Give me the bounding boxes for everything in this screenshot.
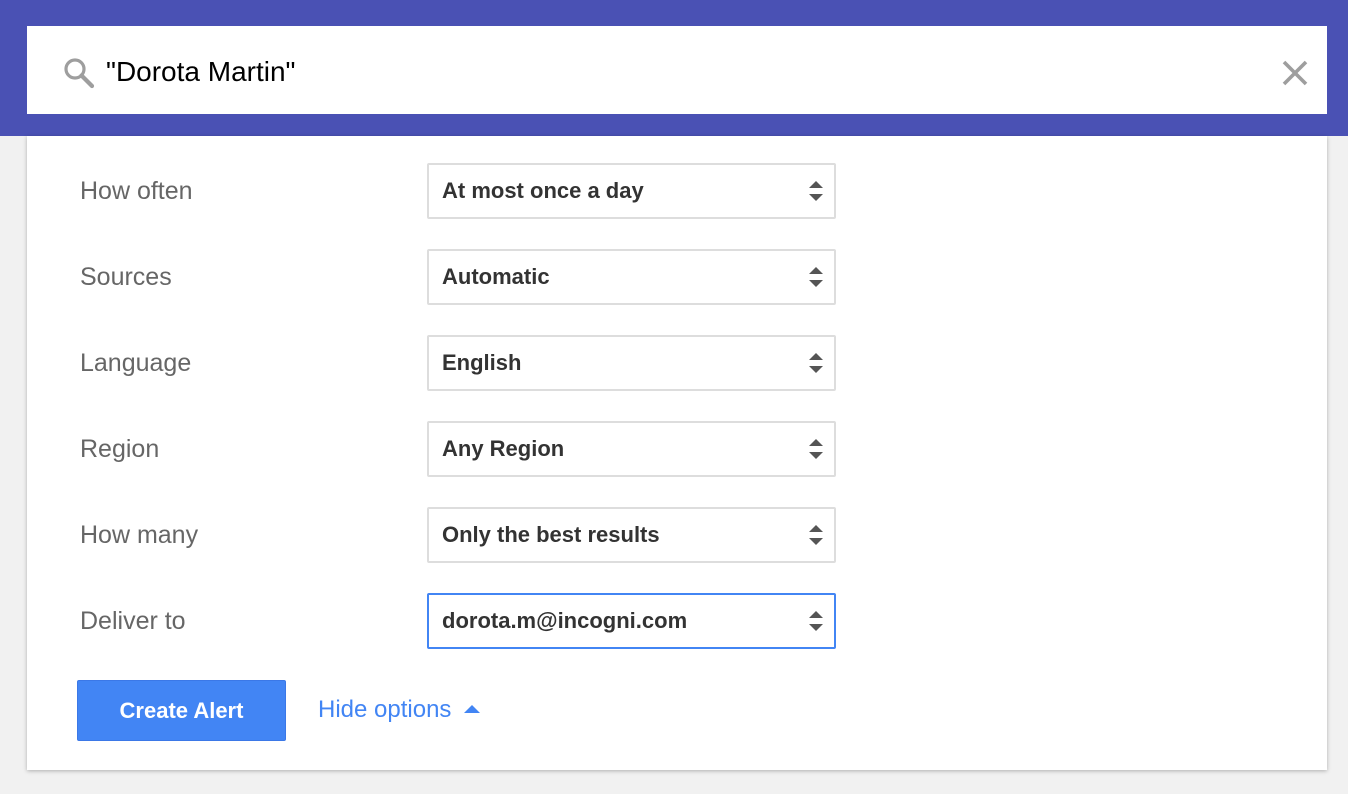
select-arrows-icon <box>809 181 823 201</box>
select-arrows-icon <box>809 353 823 373</box>
region-label: Region <box>80 435 160 463</box>
sources-select[interactable]: Automatic <box>427 249 836 305</box>
select-arrows-icon <box>809 525 823 545</box>
select-arrows-icon <box>809 267 823 287</box>
search-input[interactable]: "Dorota Martin" <box>106 50 296 94</box>
close-icon[interactable] <box>1276 54 1314 92</box>
how-often-label: How often <box>80 177 193 205</box>
region-select[interactable]: Any Region <box>427 421 836 477</box>
how-many-label: How many <box>80 521 199 549</box>
language-select[interactable]: English <box>427 335 836 391</box>
how-often-value: At most once a day <box>442 178 644 203</box>
sources-label: Sources <box>80 263 172 291</box>
how-many-select[interactable]: Only the best results <box>427 507 836 563</box>
search-icon <box>64 58 95 89</box>
region-value: Any Region <box>442 436 565 461</box>
language-label: Language <box>80 349 192 377</box>
select-arrows-icon <box>809 439 823 459</box>
hide-options-link[interactable]: Hide options <box>318 690 481 730</box>
create-alert-button[interactable]: Create Alert <box>77 680 286 741</box>
how-often-select[interactable]: At most once a day <box>427 163 836 219</box>
deliver-to-value: dorota.m@incogni.com <box>442 608 688 633</box>
how-many-value: Only the best results <box>442 522 660 547</box>
language-value: English <box>442 350 522 375</box>
select-arrows-icon <box>809 611 823 631</box>
sources-value: Automatic <box>442 264 550 289</box>
caret-up-icon <box>464 704 481 713</box>
hide-options-label: Hide options <box>318 696 452 723</box>
deliver-to-label: Deliver to <box>80 607 186 635</box>
deliver-to-select[interactable]: dorota.m@incogni.com <box>427 593 836 649</box>
